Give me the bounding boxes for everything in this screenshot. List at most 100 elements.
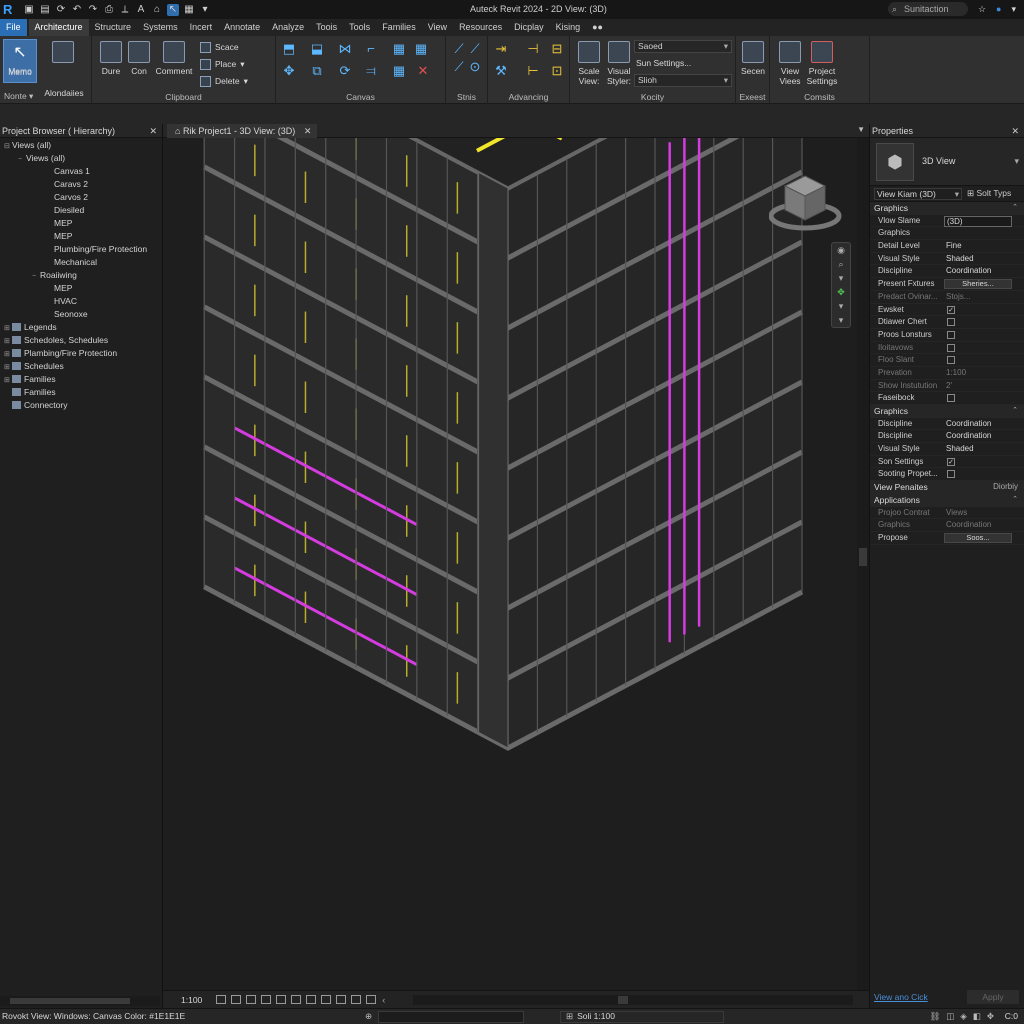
duct-icon[interactable]: ⇥	[494, 42, 508, 56]
property-group-header[interactable]: Applications ⌃	[870, 493, 1024, 507]
property-value[interactable]: Coordination	[946, 430, 991, 443]
property-checkbox[interactable]	[947, 356, 955, 365]
tab--[interactable]: ●●	[586, 19, 609, 36]
property-checkbox[interactable]: ✓	[947, 457, 955, 466]
type-selector[interactable]: ⬢ 3D View ▾	[870, 138, 1024, 186]
tag-icon[interactable]: ⟋	[452, 60, 466, 74]
scale-view-button[interactable]: Scale View:	[574, 39, 604, 86]
print-icon[interactable]: ⎙	[103, 4, 115, 16]
modify-icon[interactable]: ↖	[167, 3, 179, 16]
close-icon[interactable]: ✕	[149, 124, 157, 138]
property-edit-button[interactable]: Sheries...	[944, 279, 1012, 290]
close-icon[interactable]: ✕	[1011, 124, 1019, 138]
property-checkbox[interactable]	[947, 394, 955, 403]
open-icon[interactable]: ▣	[23, 4, 35, 16]
property-group-header[interactable]: Graphics ⌃	[870, 405, 1024, 418]
reveal-icon[interactable]	[366, 995, 377, 1004]
browser-tree-item[interactable]: Canvas 1	[0, 165, 162, 178]
select-button[interactable]	[46, 39, 80, 83]
browser-tree-item[interactable]: ⊞ Plambing/Fire Protection	[0, 347, 162, 360]
place-button[interactable]: Place ▾	[200, 57, 245, 71]
property-checkbox[interactable]	[947, 330, 955, 339]
mirror-icon[interactable]: ⋈	[338, 42, 352, 56]
property-value[interactable]: 1:100	[946, 367, 966, 380]
collapse-icon[interactable]: ⌃	[1012, 202, 1018, 215]
browser-tree-item[interactable]: Caravs 2	[0, 178, 162, 191]
view-name-dropdown[interactable]: View Kiam (3D) ▾	[874, 188, 962, 200]
modify-panel-label[interactable]: Nonte ▾	[4, 91, 91, 102]
con-button[interactable]: Con	[122, 39, 156, 83]
property-value[interactable]: 2′	[946, 380, 952, 393]
browser-tree-item[interactable]: MEP	[0, 282, 162, 295]
collapse-icon[interactable]: ⌃	[1012, 494, 1018, 507]
browser-tree-item[interactable]: ⊟ Views (all)	[0, 139, 162, 152]
shadows-icon[interactable]	[261, 995, 272, 1004]
link-select-icon[interactable]: ⛓	[929, 1009, 940, 1024]
view-viees-button[interactable]: View Viees	[774, 39, 806, 86]
3d-view-icon[interactable]: ⌂	[151, 4, 163, 16]
close-hidden-icon[interactable]: ▦	[183, 4, 195, 16]
saoed-dropdown[interactable]: Saoed	[634, 40, 732, 53]
undo-icon[interactable]: ↶	[71, 4, 83, 16]
browser-tree-item[interactable]: ⊞ Families	[0, 373, 162, 386]
property-value[interactable]: Views	[946, 507, 967, 520]
sun-path-icon[interactable]	[246, 995, 257, 1004]
browser-tree-item[interactable]: Mechanical	[0, 256, 162, 269]
tab-3d-view[interactable]: ⌂ Rik Project1 - 3D View: (3D) ✕	[167, 124, 318, 138]
close-icon[interactable]: ✕	[304, 126, 312, 136]
customize-qat-icon[interactable]: ▾	[199, 4, 211, 16]
browser-tree-item[interactable]: Seonoxe	[0, 308, 162, 321]
chevron-down-icon[interactable]: ▾	[1011, 4, 1016, 15]
property-checkbox[interactable]	[947, 318, 955, 327]
tab-incert[interactable]: Incert	[184, 19, 219, 36]
align-icon[interactable]: ⬒	[282, 42, 296, 56]
project-settings-button[interactable]: Project Settings	[806, 39, 838, 86]
redo-icon[interactable]: ↷	[87, 4, 99, 16]
workset-dropdown[interactable]	[378, 1011, 524, 1023]
property-value[interactable]: Shaded	[946, 443, 974, 456]
crop-icon[interactable]	[291, 995, 302, 1004]
slioh-dropdown[interactable]: Slioh	[634, 74, 732, 87]
tab-resources[interactable]: Resources	[453, 19, 508, 36]
tab-kising[interactable]: Kising	[550, 19, 587, 36]
save-icon[interactable]: ▤	[39, 4, 51, 16]
detail-level-icon[interactable]	[216, 995, 227, 1004]
property-group-header[interactable]: Graphics ⌃	[870, 202, 1024, 215]
help-icon[interactable]: ●	[996, 4, 1001, 14]
scroll-thumb[interactable]	[859, 548, 867, 566]
browser-tree-item[interactable]: Carvos 2	[0, 191, 162, 204]
tab-systems[interactable]: Systems	[137, 19, 184, 36]
star-icon[interactable]: ☆	[978, 4, 986, 15]
browser-tree-item[interactable]: Diesiled	[0, 204, 162, 217]
cable-tray-icon[interactable]: ⊟	[550, 42, 564, 56]
design-option-field[interactable]	[560, 1011, 724, 1023]
orbit-icon[interactable]: ▾	[832, 299, 850, 313]
browser-tree-item[interactable]: ⊞ Legends	[0, 321, 162, 334]
trim-icon[interactable]: ⌐	[364, 42, 378, 56]
tab-structure[interactable]: Structure	[89, 19, 138, 36]
scroll-thumb[interactable]	[10, 998, 130, 1004]
text-icon[interactable]: A	[135, 4, 147, 16]
chevron-down-icon[interactable]: ▼	[857, 125, 865, 134]
comment-button[interactable]: Comment	[154, 39, 194, 83]
array-icon[interactable]: ▦	[392, 42, 406, 56]
browser-tree-item[interactable]: ⊞ Schedules	[0, 360, 162, 373]
property-input[interactable]: (3D)	[944, 215, 1012, 227]
visual-style-icon[interactable]	[231, 995, 242, 1004]
view-scale[interactable]: 1:100	[181, 995, 202, 1005]
analytical-icon[interactable]	[351, 995, 362, 1004]
dimension-icon[interactable]: ⟋	[468, 42, 482, 56]
tab-families[interactable]: Families	[376, 19, 422, 36]
tab-toois[interactable]: Toois	[310, 19, 343, 36]
measure-icon[interactable]: ⟂	[119, 4, 131, 16]
property-checkbox[interactable]	[947, 343, 955, 352]
pan-icon[interactable]: ✥	[832, 285, 850, 299]
filter-count[interactable]: C:0	[1005, 1009, 1018, 1024]
tab-analyze[interactable]: Analyze	[266, 19, 310, 36]
browser-tree-item[interactable]: MEP	[0, 217, 162, 230]
view-cube[interactable]	[769, 168, 849, 238]
canvas-hscrollbar[interactable]	[413, 995, 853, 1005]
hammer-icon[interactable]: ⚒	[494, 64, 508, 78]
modify-button[interactable]: ↖ Memo	[3, 39, 37, 83]
property-checkbox[interactable]	[947, 470, 955, 479]
